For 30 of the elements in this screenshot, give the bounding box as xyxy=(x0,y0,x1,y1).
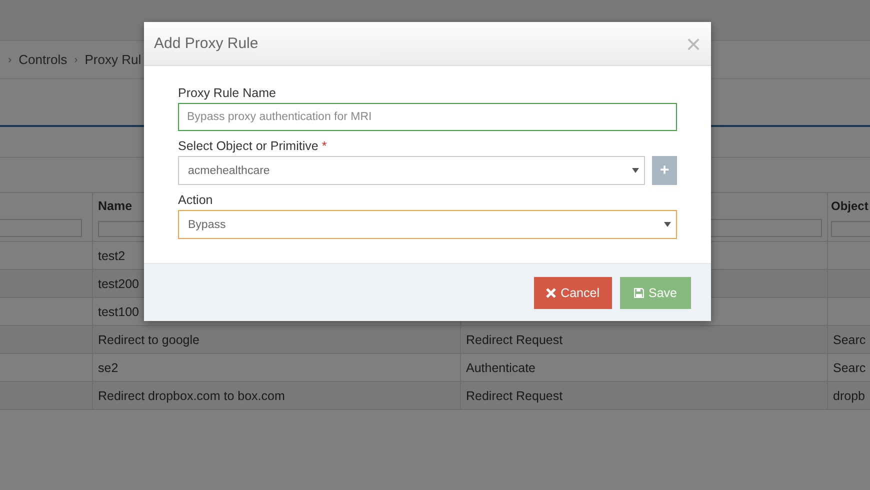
table-cell: Redirect Request xyxy=(460,326,827,354)
close-icon xyxy=(546,288,556,298)
dropdown-value: Bypass xyxy=(188,218,226,230)
dropdown-field[interactable]: acmehealthcare xyxy=(178,156,645,185)
table-cell: Redirect Request xyxy=(460,382,827,410)
add-button[interactable]: + xyxy=(652,156,677,185)
save-button[interactable]: Save xyxy=(620,276,691,308)
caret-icon xyxy=(632,168,639,173)
cancel-button[interactable]: Cancel xyxy=(534,276,612,308)
breadcrumb-link[interactable]: Controls xyxy=(18,52,68,67)
dialog-title: Add Proxy Rule xyxy=(154,35,258,52)
field-label: Action xyxy=(178,193,213,207)
table-cell: dropb xyxy=(827,382,870,410)
table-cell: Redirect dropbox.com to box.com xyxy=(92,382,460,410)
breadcrumb-separator: › xyxy=(74,54,78,66)
table-cell: Redirect to google xyxy=(92,326,460,354)
filter-field[interactable] xyxy=(831,221,870,237)
field-label: Proxy Rule Name xyxy=(178,86,276,100)
field-label: Select Object or Primitive xyxy=(178,139,318,153)
required-mark: * xyxy=(322,139,327,153)
text-field[interactable]: Bypass proxy authentication for MRI xyxy=(178,103,677,131)
table-cell: Searc xyxy=(827,326,870,354)
column-header: Object xyxy=(831,199,868,213)
breadcrumb-separator: › xyxy=(8,54,12,66)
caret-icon xyxy=(664,222,671,227)
breadcrumb-link[interactable]: Proxy Rul xyxy=(84,52,142,67)
dropdown-value: acmehealthcare xyxy=(188,164,270,176)
dropdown-field[interactable]: Bypass xyxy=(178,210,677,239)
filter-field[interactable] xyxy=(0,219,82,237)
column-header: Name xyxy=(98,199,132,213)
